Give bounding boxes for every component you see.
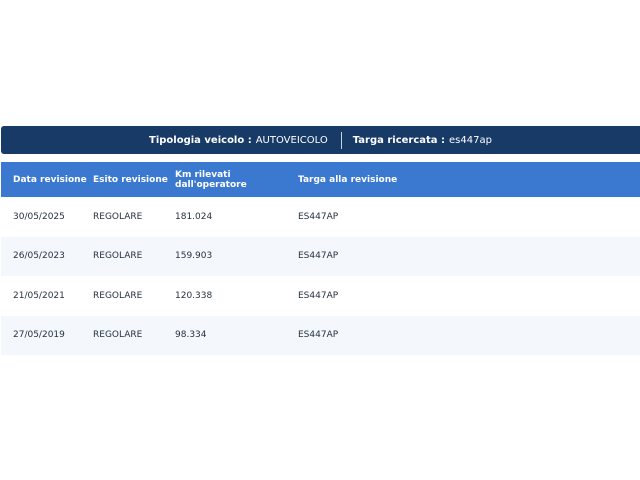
cell-km: 98.334 [175, 315, 298, 355]
cell-plate: ES447AP [298, 197, 640, 237]
searched-plate-label: Targa ricercata : [352, 134, 446, 146]
cell-inspection-outcome: REGOLARE [93, 276, 175, 316]
vehicle-type-info: Tipologia veicolo : AUTOVEICOLO [149, 135, 328, 146]
cell-km: 181.024 [175, 197, 298, 237]
table-row: 21/05/2021 REGOLARE 120.338 ES447AP [1, 276, 640, 316]
cell-inspection-outcome: REGOLARE [93, 315, 175, 355]
cell-plate: ES447AP [298, 315, 640, 355]
searched-plate-value: es447ap [449, 134, 492, 146]
cell-plate: ES447AP [298, 276, 640, 316]
vehicle-type-value: AUTOVEICOLO [255, 134, 328, 146]
cell-inspection-date: 27/05/2019 [1, 315, 93, 355]
cell-km: 120.338 [175, 276, 298, 316]
table-header-row: Data revisione Esito revisione Km rileva… [1, 162, 640, 197]
column-header-inspection-date: Data revisione [1, 162, 93, 197]
vehicle-type-label: Tipologia veicolo : [149, 134, 252, 146]
cell-inspection-date: 21/05/2021 [1, 276, 93, 316]
table-row: 30/05/2025 REGOLARE 181.024 ES447AP [1, 197, 640, 237]
cell-inspection-date: 26/05/2023 [1, 236, 93, 276]
cell-km: 159.903 [175, 236, 298, 276]
table-row: 26/05/2023 REGOLARE 159.903 ES447AP [1, 236, 640, 276]
search-info-bar: Tipologia veicolo : AUTOVEICOLO Targa ri… [1, 126, 640, 154]
cell-inspection-date: 30/05/2025 [1, 197, 93, 237]
column-header-inspection-outcome: Esito revisione [93, 162, 175, 197]
column-header-plate-at-inspection: Targa alla revisione [298, 162, 640, 197]
table-row: 27/05/2019 REGOLARE 98.334 ES447AP [1, 315, 640, 355]
inspection-history-table: Data revisione Esito revisione Km rileva… [1, 162, 640, 355]
cell-plate: ES447AP [298, 236, 640, 276]
cell-inspection-outcome: REGOLARE [93, 236, 175, 276]
searched-plate-info: Targa ricercata : es447ap [353, 135, 492, 146]
column-header-km: Km rilevati dall'operatore [175, 162, 298, 197]
info-divider [340, 131, 342, 149]
cell-inspection-outcome: REGOLARE [93, 197, 175, 237]
